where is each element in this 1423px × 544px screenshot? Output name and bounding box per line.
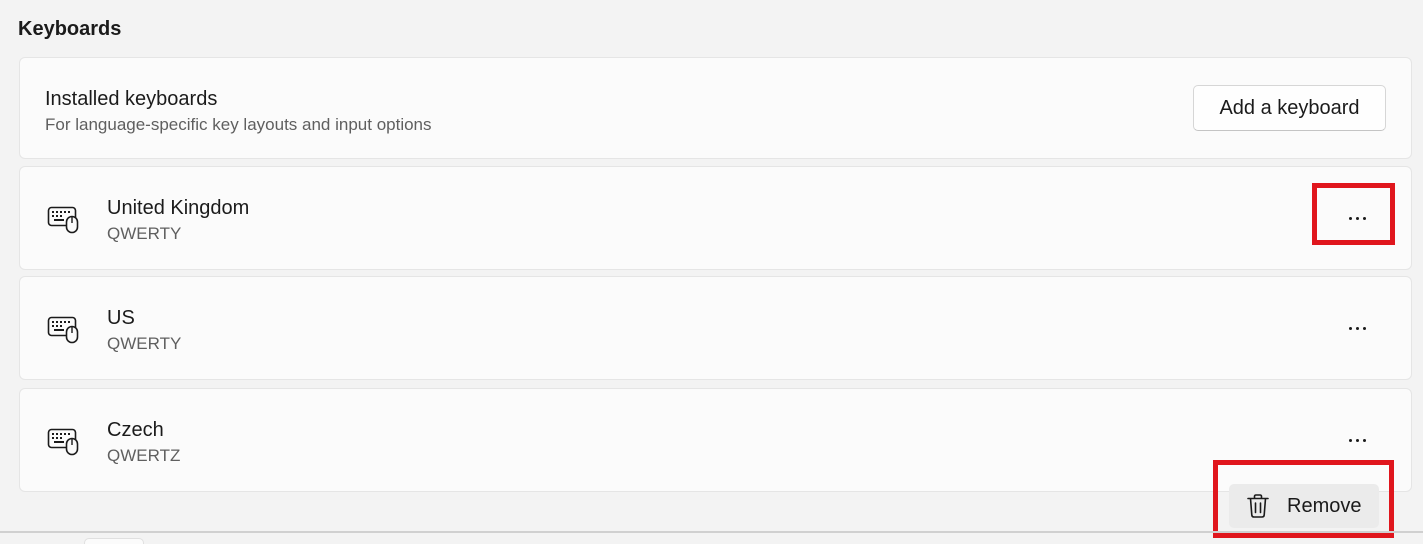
divider <box>0 531 1423 533</box>
section-title: Keyboards <box>18 18 122 40</box>
keyboard-layout: QWERTZ <box>107 446 181 465</box>
remove-label: Remove <box>1287 494 1362 517</box>
trash-icon <box>1247 494 1269 518</box>
keyboard-icon <box>47 206 79 234</box>
more-options-button[interactable] <box>1330 419 1384 461</box>
keyboard-name: United Kingdom <box>107 197 250 219</box>
keyboard-layout: QWERTY <box>107 224 182 243</box>
remove-menu-item[interactable]: Remove <box>1229 484 1379 528</box>
more-options-button[interactable] <box>1330 197 1384 239</box>
more-options-icon <box>1348 438 1366 442</box>
add-keyboard-button[interactable]: Add a keyboard <box>1193 85 1386 131</box>
more-options-icon <box>1348 326 1366 330</box>
installed-keyboards-card: Installed keyboards For language-specifi… <box>19 57 1412 159</box>
settings-page: Keyboards Installed keyboards For langua… <box>0 0 1423 544</box>
keyboard-name: Czech <box>107 419 164 441</box>
keyboard-icon <box>47 316 79 344</box>
installed-keyboards-subtitle: For language-specific key layouts and in… <box>45 115 432 134</box>
installed-keyboards-title: Installed keyboards <box>45 88 218 110</box>
keyboard-row-us: US QWERTY <box>19 276 1412 380</box>
more-options-icon <box>1348 216 1366 220</box>
keyboard-icon <box>47 428 79 456</box>
keyboard-name: US <box>107 307 135 329</box>
partial-control <box>84 538 144 544</box>
more-options-button[interactable] <box>1330 307 1384 349</box>
keyboard-layout: QWERTY <box>107 334 182 353</box>
keyboard-row-united-kingdom: United Kingdom QWERTY <box>19 166 1412 270</box>
keyboard-row-czech: Czech QWERTZ <box>19 388 1412 492</box>
